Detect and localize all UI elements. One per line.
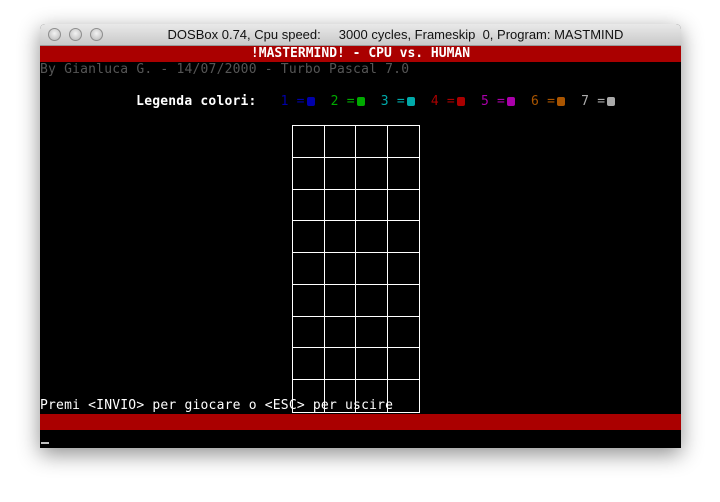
- legend-number: 5 =: [480, 94, 506, 109]
- legend-label: Legenda colori:: [136, 94, 257, 109]
- credit-line: By Gianluca G. - 14/07/2000 - Turbo Pasc…: [40, 62, 410, 77]
- board-cell[interactable]: [293, 157, 325, 190]
- board-cell[interactable]: [387, 126, 419, 158]
- board-cell[interactable]: [356, 157, 388, 190]
- legend-items: 1 = 2 = 3 = 4 = 5 = 6 = 7 =: [257, 94, 618, 109]
- board-cell[interactable]: [356, 316, 388, 349]
- legend-item-7: 7 =: [581, 94, 617, 109]
- legend-item-1: 1 =: [281, 94, 317, 109]
- board-cell[interactable]: [356, 221, 388, 254]
- start-prompt: Premi <INVIO> per giocare o <ESC> per us…: [40, 398, 394, 413]
- legend-number: 1 =: [280, 94, 305, 109]
- text-cursor-icon: [41, 442, 49, 444]
- board-cell[interactable]: [293, 284, 325, 317]
- peg-icon: [356, 97, 365, 106]
- board-cell[interactable]: [324, 221, 356, 254]
- board-cell[interactable]: [324, 126, 356, 158]
- title-bar[interactable]: DOSBox 0.74, Cpu speed: 3000 cycles, Fra…: [40, 24, 681, 46]
- board-cell[interactable]: [293, 221, 325, 254]
- banner-text: !MASTERMIND! - CPU vs. HUMAN: [250, 46, 471, 61]
- board-cell[interactable]: [387, 317, 419, 349]
- legend-item-5: 5 =: [481, 94, 517, 109]
- peg-icon: [557, 97, 566, 106]
- board-cell[interactable]: [324, 348, 356, 381]
- peg-icon: [406, 97, 415, 106]
- game-board[interactable]: [292, 125, 420, 413]
- window-title: DOSBox 0.74, Cpu speed: 3000 cycles, Fra…: [167, 27, 624, 42]
- board-cell[interactable]: [293, 253, 325, 285]
- legend-number: 4 =: [430, 94, 455, 109]
- peg-icon: [456, 97, 465, 106]
- legend-item-6: 6 =: [531, 94, 567, 109]
- board-cell[interactable]: [356, 253, 388, 285]
- board-cell[interactable]: [293, 126, 325, 158]
- board-cell[interactable]: [387, 158, 419, 190]
- legend-item-2: 2 =: [331, 94, 367, 109]
- dosbox-window: DOSBox 0.74, Cpu speed: 3000 cycles, Fra…: [40, 24, 681, 448]
- legend-number: 2 =: [330, 94, 355, 109]
- peg-icon: [607, 97, 616, 106]
- legend-number: 7 =: [581, 94, 606, 109]
- board-cell[interactable]: [293, 189, 325, 222]
- color-legend: Legenda colori: 1 = 2 = 3 = 4 = 5 = 6 = 7 =: [88, 78, 617, 126]
- board-cell[interactable]: [356, 284, 388, 317]
- board-cell[interactable]: [356, 126, 388, 158]
- board-cell[interactable]: [387, 285, 419, 317]
- footer-bar: [40, 414, 681, 430]
- board-cell[interactable]: [324, 157, 356, 190]
- board-cell[interactable]: [324, 253, 356, 285]
- board-cell[interactable]: [387, 253, 419, 285]
- board-cell[interactable]: [387, 221, 419, 254]
- legend-item-3: 3 =: [381, 94, 417, 109]
- board-cell[interactable]: [293, 348, 325, 381]
- board-cell[interactable]: [387, 190, 419, 222]
- title-banner: !MASTERMIND! - CPU vs. HUMAN: [40, 46, 681, 62]
- board-cell[interactable]: [356, 189, 388, 222]
- board-cell[interactable]: [293, 316, 325, 349]
- board-cell[interactable]: [387, 348, 419, 381]
- legend-number: 6 =: [531, 94, 556, 109]
- peg-icon: [507, 97, 516, 106]
- board-cell[interactable]: [324, 284, 356, 317]
- board-cell[interactable]: [324, 316, 356, 349]
- board-cell[interactable]: [356, 348, 388, 381]
- board-cell[interactable]: [324, 189, 356, 222]
- legend-number: 3 =: [380, 94, 405, 109]
- dos-screen[interactable]: !MASTERMIND! - CPU vs. HUMAN By Gianluca…: [40, 46, 681, 448]
- peg-icon: [306, 97, 315, 106]
- legend-item-4: 4 =: [431, 94, 467, 109]
